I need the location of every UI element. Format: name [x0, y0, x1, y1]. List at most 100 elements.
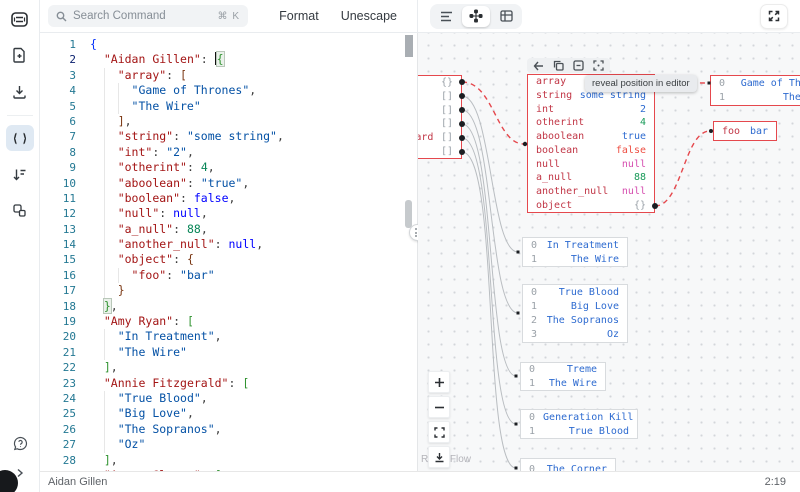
- zoom-out-button[interactable]: [428, 396, 450, 418]
- fullscreen-button[interactable]: [760, 3, 788, 29]
- back-icon[interactable]: [533, 61, 544, 71]
- line-code: "The Wire": [76, 344, 187, 361]
- editor-line: 11 "boolean": false,: [40, 190, 417, 207]
- line-number: 7: [69, 130, 76, 144]
- graph-canvas[interactable]: Aidan Gillen{} Amy Ryan[] Annie Fitzgerald…: [418, 33, 800, 471]
- line-code: "array": [: [76, 67, 187, 84]
- copy-icon[interactable]: [553, 60, 564, 71]
- line-number: 22: [62, 361, 76, 375]
- fit-view-button[interactable]: [428, 421, 450, 443]
- line-number: 1: [69, 38, 76, 51]
- editor-line: 25 "Big Love",: [40, 406, 417, 422]
- line-code: ],: [76, 113, 132, 130]
- line-number: 15: [62, 253, 76, 267]
- editor-line: 7 "string": "some string",: [40, 129, 417, 145]
- line-code: {: [90, 37, 97, 51]
- download-image-button[interactable]: [428, 446, 450, 468]
- line-number: 25: [62, 407, 76, 421]
- node-row: 3 Oz: [531, 329, 619, 341]
- editor-line: 27 "Oz": [40, 437, 417, 453]
- graph-node-anwan[interactable]: 0 Treme 1 The Wire: [520, 362, 606, 391]
- text-cursor: [214, 52, 217, 66]
- line-code: "Amy Ryan": [: [103, 314, 194, 329]
- line-number: 18: [62, 299, 76, 313]
- line-number: 5: [69, 99, 76, 113]
- line-number: 17: [62, 284, 76, 298]
- line-number: 19: [62, 315, 76, 329]
- graph-node-alex[interactable]: 0 Generation Kill 1 True Blood: [520, 409, 638, 439]
- line-code: "The Sopranos",: [76, 421, 222, 438]
- line-code: "True Blood",: [76, 390, 208, 407]
- text-view-button[interactable]: [432, 6, 460, 27]
- node-row: foo bar: [722, 125, 768, 137]
- editor-line: 14 "another_null": null,: [40, 237, 417, 253]
- node-row: 1 Big Love: [531, 300, 619, 312]
- graph-node-root[interactable]: Aidan Gillen{} Amy Ryan[] Annie Fitzgerald…: [418, 75, 462, 159]
- node-row: otherint 4: [536, 117, 646, 129]
- editor-scrollbar-thumb-2[interactable]: [405, 200, 412, 228]
- logo-icon[interactable]: [6, 6, 34, 32]
- line-code: "aboolean": "true",: [76, 175, 249, 191]
- compare-icon[interactable]: [6, 197, 34, 223]
- collapse-icon[interactable]: [573, 60, 584, 71]
- node-row: 0 In Treatment: [531, 239, 619, 251]
- line-code: "object": {: [76, 252, 194, 268]
- canvas-toolbar: [417, 0, 800, 32]
- json-view-icon[interactable]: [5, 125, 34, 151]
- statusbar: Aidan Gillen 2:19: [40, 471, 800, 492]
- line-code: "a_null": 88,: [76, 221, 208, 238]
- node-row: Clarke Peters[]: [440, 145, 453, 157]
- graph-view-icon: [469, 9, 483, 23]
- node-row: 0 Generation Kill: [529, 411, 634, 423]
- help-icon[interactable]: [6, 430, 34, 456]
- editor-line: 15 "object": {: [40, 252, 417, 268]
- line-number: 12: [62, 207, 76, 221]
- editor-line: 5 "The Wire": [40, 98, 417, 114]
- transform-icon[interactable]: [6, 161, 34, 187]
- graph-node-amy[interactable]: 0 In Treatment 1 The Wire: [522, 237, 628, 267]
- graph-node-got[interactable]: 0Game of Thrones 1The Wire: [710, 75, 800, 106]
- line-code: ],: [103, 360, 118, 375]
- editor-toolbar: Search Command ⌘ K Format Unescape: [40, 0, 417, 32]
- editor-line: 2 "Aidan Gillen": {: [40, 52, 417, 67]
- line-code: "Annie Fitzgerald": [: [103, 375, 250, 390]
- node-row: Anwan Glover[]: [440, 118, 453, 130]
- line-number: 28: [62, 453, 76, 467]
- graph-node-aidan[interactable]: array[]stringsome stringint2otherint4abo…: [527, 74, 655, 213]
- search-shortcut: ⌘ K: [217, 10, 240, 22]
- search-command-input[interactable]: Search Command ⌘ K: [48, 5, 248, 27]
- table-view-button[interactable]: [492, 6, 520, 27]
- node-row: Amy Ryan[]: [440, 91, 453, 102]
- line-number: 8: [69, 145, 76, 159]
- node-row: 1 True Blood: [529, 425, 629, 437]
- format-button[interactable]: Format: [279, 9, 319, 23]
- main-area: Search Command ⌘ K Format Unescape 1 {2…: [40, 0, 800, 492]
- line-number: 10: [62, 176, 76, 190]
- graph-node-foo[interactable]: foo bar: [713, 121, 777, 141]
- node-row: object{}: [536, 199, 646, 211]
- node-row: 2 The Sopranos: [531, 315, 619, 327]
- editor-line: 9 "otherint": 4,: [40, 160, 417, 176]
- editor-line: 4 "Game of Thrones",: [40, 83, 417, 99]
- editor-scrollbar-thumb[interactable]: [405, 35, 413, 57]
- line-code: "foo": "bar": [76, 267, 215, 284]
- line-number: 29: [40, 468, 76, 471]
- new-file-icon[interactable]: [6, 42, 34, 68]
- unescape-button[interactable]: Unescape: [341, 9, 397, 23]
- canvas-controls: [428, 371, 450, 468]
- line-number: 24: [62, 391, 76, 405]
- zoom-in-button[interactable]: [428, 371, 450, 393]
- focus-icon[interactable]: [593, 60, 604, 71]
- graph-node-clarke[interactable]: 0 The Corner: [520, 458, 616, 471]
- editor-line: 21 "The Wire": [40, 344, 417, 361]
- graph-view-button[interactable]: [462, 5, 490, 27]
- editor-line: 16 "foo": "bar": [40, 267, 417, 284]
- download-icon[interactable]: [6, 78, 34, 104]
- graph-node-annie[interactable]: 0 True Blood 1 Big Love 2 The Sopranos 3 Oz: [522, 284, 628, 343]
- statusbar-path[interactable]: Aidan Gillen: [48, 476, 107, 488]
- json-editor[interactable]: 1{2 "Aidan Gillen": {3 "array": [4 "Game…: [40, 33, 417, 471]
- editor-line: 20 "In Treatment",: [40, 329, 417, 345]
- editor-line: 6 ],: [40, 113, 417, 130]
- line-number: 23: [62, 376, 76, 390]
- editor-line: 12 "null": null,: [40, 206, 417, 222]
